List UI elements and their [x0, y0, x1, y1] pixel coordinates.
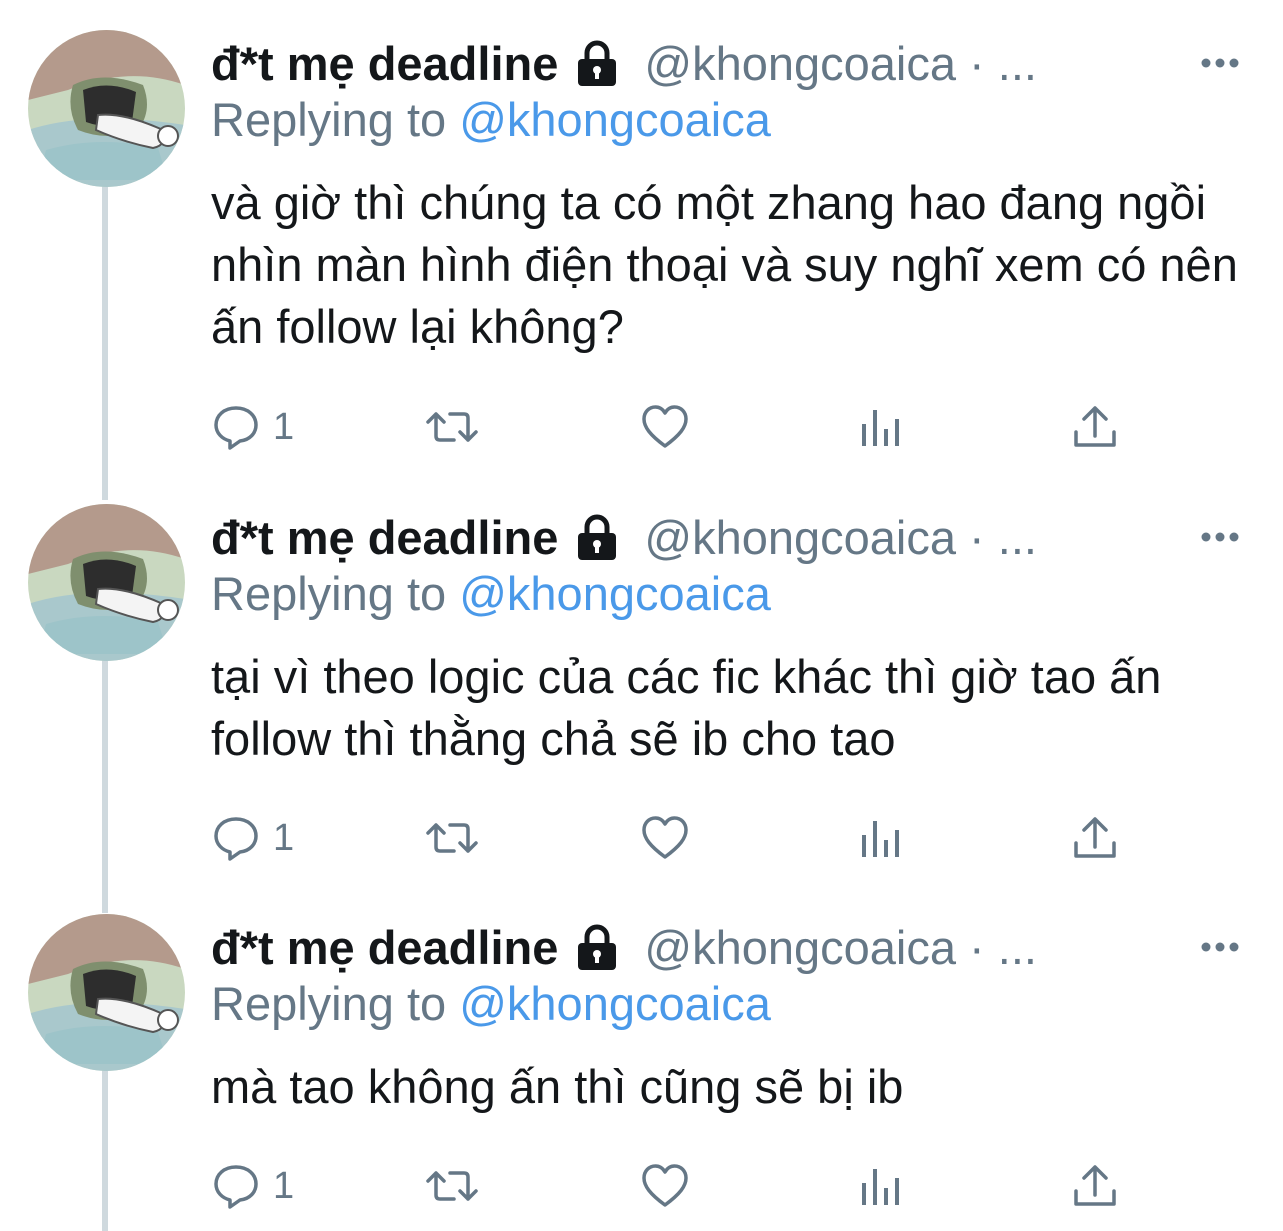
- reply-count: 1: [273, 405, 295, 448]
- like-button[interactable]: [640, 1156, 690, 1216]
- analytics-button[interactable]: [859, 397, 903, 457]
- lock-icon: [572, 922, 622, 972]
- analytics-icon: [862, 821, 899, 857]
- avatar[interactable]: [28, 914, 185, 1071]
- share-button[interactable]: [1070, 1156, 1120, 1216]
- share-button[interactable]: [1070, 808, 1120, 868]
- retweet-icon: [426, 412, 478, 442]
- replying-label: Replying to: [211, 567, 460, 620]
- replying-to: Replying to @khongcoaica: [211, 566, 771, 621]
- display-name[interactable]: đ*t mẹ deadline: [211, 36, 558, 91]
- analytics-icon: [862, 410, 899, 446]
- like-icon: [642, 405, 688, 448]
- replying-to: Replying to @khongcoaica: [211, 92, 771, 147]
- retweet-button[interactable]: [424, 397, 480, 457]
- replying-mention-link[interactable]: @khongcoaica: [459, 977, 771, 1030]
- more-icon[interactable]: [1195, 48, 1245, 78]
- replying-label: Replying to: [211, 977, 460, 1030]
- analytics-button[interactable]: [859, 808, 903, 868]
- display-name[interactable]: đ*t mẹ deadline: [211, 920, 558, 975]
- reply-button[interactable]: 1: [211, 1156, 294, 1216]
- like-button[interactable]: [640, 808, 690, 868]
- handle[interactable]: @khongcoaica · ...: [644, 36, 1037, 91]
- reply-count: 1: [273, 1164, 295, 1207]
- like-button[interactable]: [640, 397, 690, 457]
- replying-label: Replying to: [211, 93, 460, 146]
- tweet-text: tại vì theo logic của các fic khác thì g…: [211, 650, 1162, 765]
- more-icon[interactable]: [1195, 522, 1245, 552]
- reply-icon: [214, 1165, 258, 1209]
- lock-icon: [572, 512, 622, 562]
- display-name[interactable]: đ*t mẹ deadline: [211, 510, 558, 565]
- retweet-button[interactable]: [424, 1156, 480, 1216]
- tweet[interactable]: đ*t mẹ deadline @khongcoaica · ... Reply…: [0, 504, 1283, 884]
- tweet-text: mà tao không ấn thì cũng sẽ bị ib: [211, 1060, 904, 1113]
- reply-icon: [214, 406, 258, 450]
- retweet-icon: [426, 1171, 478, 1201]
- like-icon: [642, 1164, 688, 1207]
- avatar[interactable]: [28, 30, 185, 187]
- lock-icon: [572, 38, 622, 88]
- replying-mention-link[interactable]: @khongcoaica: [459, 567, 771, 620]
- share-icon: [1074, 817, 1116, 858]
- analytics-button[interactable]: [859, 1156, 903, 1216]
- replying-mention-link[interactable]: @khongcoaica: [459, 93, 771, 146]
- action-bar: 1: [211, 808, 1211, 868]
- more-icon[interactable]: [1195, 932, 1245, 962]
- share-icon: [1074, 1165, 1116, 1206]
- reply-button[interactable]: 1: [211, 808, 294, 868]
- action-bar: 1: [211, 397, 1211, 457]
- handle[interactable]: @khongcoaica · ...: [644, 920, 1037, 975]
- tweet[interactable]: đ*t mẹ deadline @khongcoaica · ... Reply…: [0, 914, 1283, 1231]
- tweet[interactable]: đ*t mẹ deadline @khongcoaica · ... Reply…: [0, 30, 1283, 470]
- retweet-icon: [426, 823, 478, 853]
- reply-icon: [214, 817, 258, 861]
- action-bar: 1: [211, 1156, 1211, 1216]
- avatar[interactable]: [28, 504, 185, 661]
- reply-button[interactable]: 1: [211, 397, 294, 457]
- replying-to: Replying to @khongcoaica: [211, 976, 771, 1031]
- tweet-text: và giờ thì chúng ta có một zhang hao đan…: [211, 176, 1238, 353]
- reply-count: 1: [273, 816, 295, 859]
- analytics-icon: [862, 1169, 899, 1205]
- share-button[interactable]: [1070, 397, 1120, 457]
- like-icon: [642, 816, 688, 859]
- retweet-button[interactable]: [424, 808, 480, 868]
- share-icon: [1074, 406, 1116, 447]
- handle[interactable]: @khongcoaica · ...: [644, 510, 1037, 565]
